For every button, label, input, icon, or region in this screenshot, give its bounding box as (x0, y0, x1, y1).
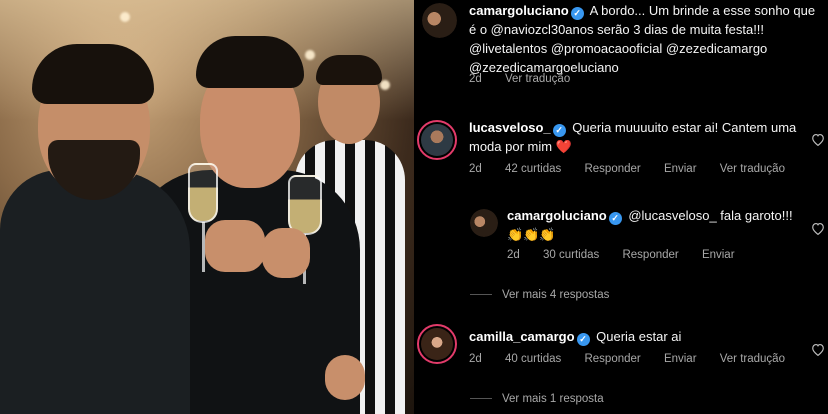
view-more-replies-label: Ver mais 1 resposta (502, 393, 604, 405)
verified-badge-icon: ✓ (608, 212, 622, 225)
caption-avatar[interactable] (422, 3, 457, 38)
send-button[interactable]: Enviar (664, 163, 697, 175)
person-middle-hair (196, 36, 304, 88)
caption-meta: 2d Ver tradução (469, 73, 590, 85)
comment-meta: 2d 40 curtidas Responder Enviar Ver trad… (469, 353, 805, 365)
comment-meta: 2d 42 curtidas Responder Enviar Ver trad… (469, 163, 805, 175)
reply-button[interactable]: Responder (584, 163, 640, 175)
heart-emoji: ❤️ (555, 139, 572, 154)
avatar-image (470, 209, 498, 237)
reply-time: 2d (507, 249, 520, 261)
avatar-image (421, 328, 453, 360)
likes-count[interactable]: 42 curtidas (505, 163, 561, 175)
champagne-glass (288, 175, 322, 235)
divider-line (470, 398, 492, 400)
send-button[interactable]: Enviar (702, 249, 735, 261)
caption-time: 2d (469, 73, 482, 85)
comment-username[interactable]: lucasveloso_ (469, 120, 551, 135)
send-button[interactable]: Enviar (664, 353, 697, 365)
reply-button[interactable]: Responder (622, 249, 678, 261)
comment-text: Queria estar ai (596, 329, 682, 344)
view-more-replies-label: Ver mais 4 respostas (502, 289, 610, 301)
heart-outline-icon[interactable] (811, 133, 825, 146)
hand (325, 355, 365, 400)
caption-username[interactable]: camargoluciano (469, 3, 569, 18)
reply-button[interactable]: Responder (584, 353, 640, 365)
see-translation-link[interactable]: Ver tradução (505, 73, 570, 85)
reply-text: @lucasveloso_ fala garoto!!! (628, 208, 793, 223)
clapping-emoji: 👏👏👏 (507, 227, 556, 242)
person-right-hair (316, 55, 382, 85)
reply-text-block: camargoluciano ✓ @lucasveloso_ fala garot… (507, 206, 797, 244)
ceiling-light (120, 12, 130, 22)
reply-avatar[interactable] (470, 209, 498, 237)
comment-avatar[interactable] (417, 120, 457, 160)
reply-username[interactable]: camargoluciano (507, 208, 607, 223)
heart-outline-icon[interactable] (811, 343, 825, 356)
person-left-jacket (0, 170, 190, 414)
avatar-image (422, 3, 457, 38)
avatar-image (421, 124, 453, 156)
reply-meta: 2d 30 curtidas Responder Enviar (507, 249, 755, 261)
comments-panel: camargoluciano ✓ A bordo... Um brinde a e… (414, 0, 828, 414)
likes-count[interactable]: 40 curtidas (505, 353, 561, 365)
comment-text-block: camilla_camargo ✓ Queria estar ai (469, 327, 799, 346)
champagne-glass (188, 163, 218, 223)
comment-avatar[interactable] (417, 324, 457, 364)
see-translation-link[interactable]: Ver tradução (720, 353, 785, 365)
ceiling-light (380, 80, 390, 90)
see-translation-link[interactable]: Ver tradução (720, 163, 785, 175)
comment-username[interactable]: camilla_camargo (469, 329, 575, 344)
comment-text-block: lucasveloso_ ✓ Queria muuuuito estar ai! … (469, 118, 799, 156)
caption-text-block: camargoluciano ✓ A bordo... Um brinde a e… (469, 1, 824, 77)
hand (205, 220, 265, 272)
verified-badge-icon: ✓ (552, 124, 566, 137)
view-more-replies[interactable]: Ver mais 4 respostas (470, 289, 609, 301)
hand (262, 228, 310, 278)
view-more-replies[interactable]: Ver mais 1 resposta (470, 393, 604, 405)
comment-time: 2d (469, 163, 482, 175)
comment-time: 2d (469, 353, 482, 365)
post-photo (0, 0, 414, 414)
person-left-hair (32, 44, 154, 104)
heart-outline-icon[interactable] (811, 222, 825, 235)
likes-count[interactable]: 30 curtidas (543, 249, 599, 261)
divider-line (470, 294, 492, 296)
verified-badge-icon: ✓ (570, 7, 584, 20)
ceiling-light (305, 50, 315, 60)
verified-badge-icon: ✓ (576, 333, 590, 346)
